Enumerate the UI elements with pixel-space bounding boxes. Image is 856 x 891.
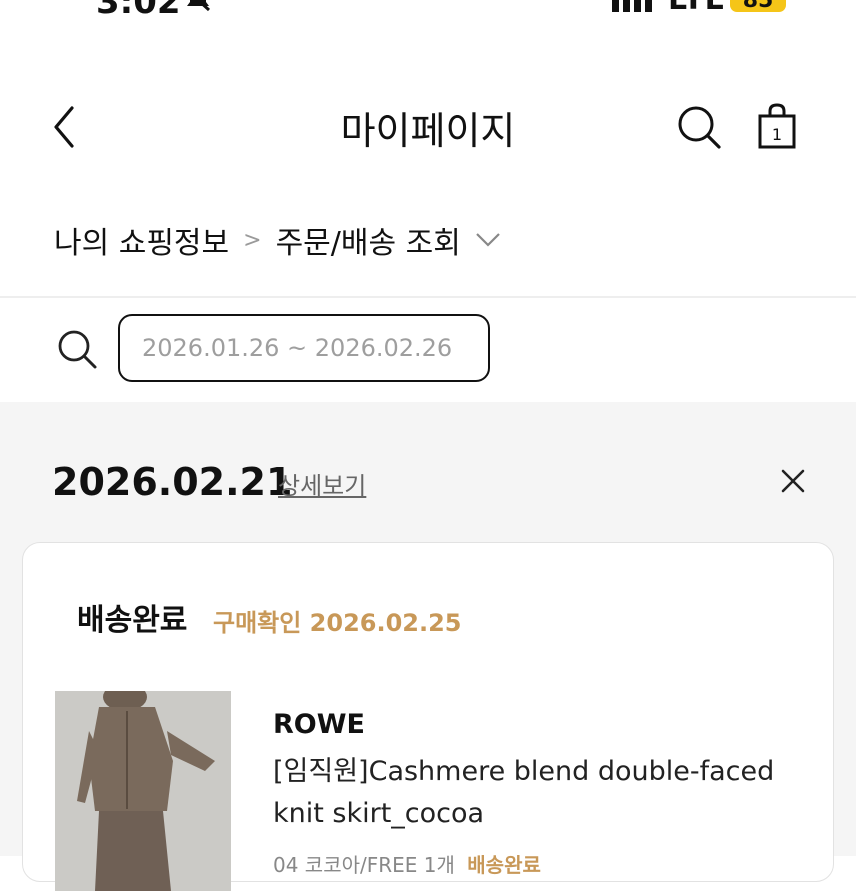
product-option: 04 코코아/FREE 1개 xyxy=(273,853,455,877)
product-brand: ROWE xyxy=(273,709,365,740)
product-image[interactable] xyxy=(55,691,231,891)
product-photo xyxy=(55,691,231,891)
product-name[interactable]: [임직원]Cashmere blend double-faced knit sk… xyxy=(273,751,813,835)
battery-level: 85 xyxy=(730,0,786,13)
shopping-bag-icon[interactable]: 1 xyxy=(757,102,797,150)
search-icon[interactable] xyxy=(676,104,722,150)
product-option-row: 04 코코아/FREE 1개 배송완료 xyxy=(273,849,541,878)
close-icon[interactable] xyxy=(778,466,808,496)
order-date: 2026.02.21 xyxy=(52,460,293,504)
search-icon[interactable] xyxy=(56,328,98,370)
date-search-bar xyxy=(0,298,856,402)
network-type: LTE xyxy=(668,0,726,17)
breadcrumb: 나의 쇼핑정보 > 주문/배송 조회 xyxy=(54,218,501,262)
purchase-confirm-date: 구매확인 2026.02.25 xyxy=(213,609,462,637)
delivery-status: 배송완료 xyxy=(77,603,188,638)
page-title: 마이페이지 xyxy=(340,109,516,153)
chevron-down-icon[interactable] xyxy=(475,231,501,249)
breadcrumb-parent[interactable]: 나의 쇼핑정보 xyxy=(54,218,229,262)
order-detail-link[interactable]: 상세보기 xyxy=(278,466,366,501)
item-status: 배송완료 xyxy=(467,853,541,877)
status-bar: 3:02 LTE 85 xyxy=(0,0,856,20)
header: 마이페이지 1 xyxy=(0,70,856,180)
order-card[interactable]: 배송완료 구매확인 2026.02.25 ROWE [임직원]Cashmere … xyxy=(22,542,834,891)
order-list: 2026.02.21 상세보기 배송완료 구매확인 2026.02.25 ROW… xyxy=(0,402,856,891)
bell-slash-icon xyxy=(187,0,211,12)
signal-icon xyxy=(612,0,652,12)
cart-count: 1 xyxy=(772,125,782,144)
status-time: 3:02 xyxy=(96,0,181,20)
date-range-input[interactable] xyxy=(118,314,490,382)
breadcrumb-separator: > xyxy=(243,227,262,253)
breadcrumb-current[interactable]: 주문/배송 조회 xyxy=(276,218,461,262)
